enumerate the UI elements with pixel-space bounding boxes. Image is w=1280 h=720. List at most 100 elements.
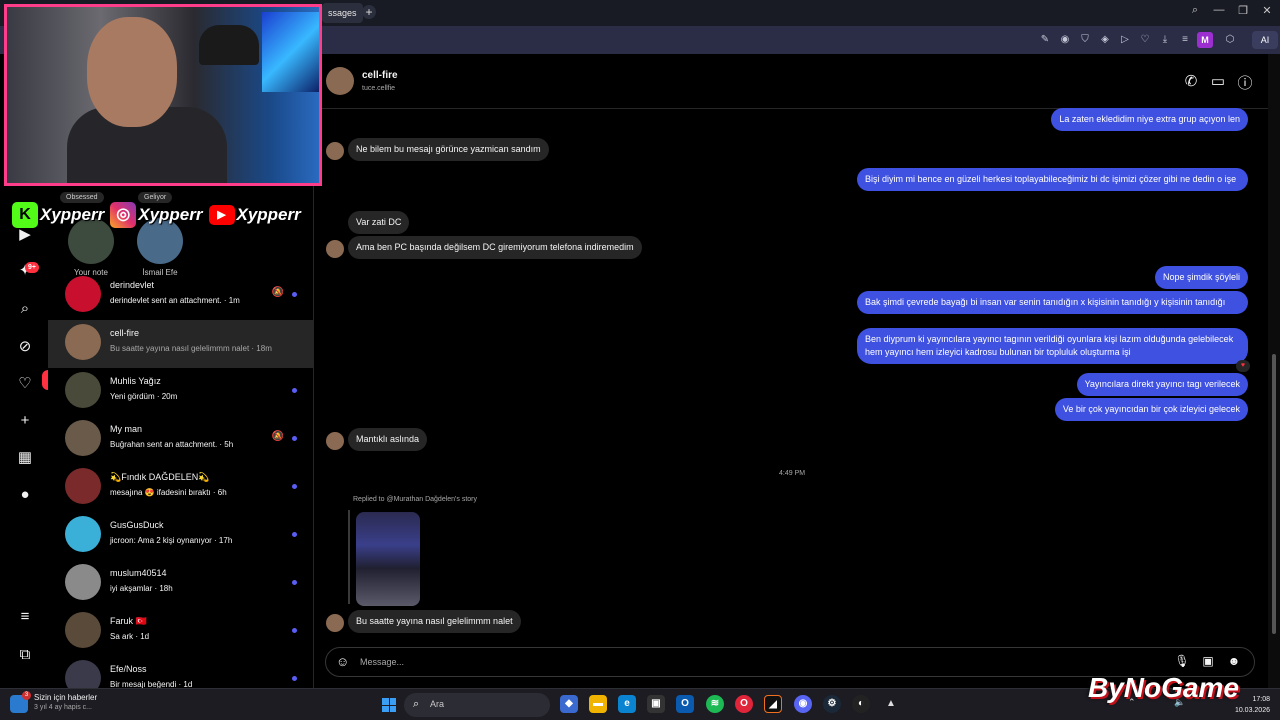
avatar: [326, 614, 344, 632]
message-in[interactable]: Mantıklı aslında: [348, 428, 428, 451]
unread-dot: [292, 628, 297, 633]
conversation-item[interactable]: cell-fire Bu saatte yayına nasıl gelelimm…: [48, 320, 313, 368]
conversation-item[interactable]: GusGusDuck jicroon: Ama 2 kişi oynanıyor …: [48, 512, 313, 560]
message-out[interactable]: Bak şimdi çevrede bayağı bi insan var se…: [857, 291, 1248, 314]
edit-icon[interactable]: ✎: [1038, 33, 1052, 47]
message-input[interactable]: [360, 654, 960, 670]
conversation-preview: Bu saatte yayına nasıl gelelimmm nalet ·…: [110, 344, 272, 353]
video-call-icon[interactable]: ▭: [1208, 72, 1228, 90]
app-icon[interactable]: ◆: [560, 695, 578, 713]
explore-icon[interactable]: ⊘: [14, 336, 36, 358]
dashboard-icon[interactable]: ▦: [14, 447, 36, 469]
ai-button[interactable]: AI: [1252, 31, 1278, 49]
more-menu-icon[interactable]: ≡: [14, 606, 36, 628]
message-out[interactable]: Ve bir çok yayıncıdan bir çok izleyici g…: [1054, 398, 1248, 421]
heart-icon[interactable]: ♡: [14, 373, 36, 395]
close-icon[interactable]: ✕: [1258, 4, 1276, 17]
avatar: [65, 372, 101, 408]
conversation-item[interactable]: 💫Fındık DAĞDELEN💫 mesajına 😍 ifadesini bı…: [48, 464, 313, 512]
news-subtitle: 3 yıl 4 ay hapis c...: [34, 704, 92, 711]
restore-icon[interactable]: ❐: [1234, 4, 1252, 17]
watermark-logo: ByNoGame: [1088, 672, 1239, 703]
heart-reaction[interactable]: ♥: [1236, 360, 1250, 372]
info-icon[interactable]: ⓘ: [1235, 72, 1255, 93]
file-explorer-icon[interactable]: ▬: [589, 695, 607, 713]
conversation-item[interactable]: Faruk 🇹🇷 Sa ark · 1d: [48, 608, 313, 656]
extension-icon[interactable]: ⬡: [1223, 33, 1237, 47]
camera-icon[interactable]: ◉: [1058, 33, 1072, 47]
opera-icon[interactable]: O: [735, 695, 753, 713]
profile-avatar-icon[interactable]: ●: [14, 484, 36, 506]
app-icon[interactable]: ◐: [852, 695, 870, 713]
play-icon[interactable]: ▷: [1118, 33, 1132, 47]
outlook-icon[interactable]: O: [676, 695, 694, 713]
emoji-icon[interactable]: ☺: [336, 654, 349, 669]
news-widget[interactable]: 3 Sizin için haberler 3 yıl 4 ay hapis c…: [10, 691, 130, 713]
scrollbar-thumb[interactable]: [1272, 354, 1276, 634]
message-out[interactable]: La zaten ekledidim niye extra grup açıyo…: [1051, 108, 1248, 131]
edge-icon[interactable]: e: [618, 695, 636, 713]
chat-contact-name[interactable]: cell-fire: [362, 70, 398, 81]
apps-icon[interactable]: ⧉: [14, 644, 36, 666]
message-in[interactable]: Ama ben PC başında değilsem DC giremiyor…: [348, 236, 642, 259]
message-in[interactable]: Ne bilem bu mesajı görünce yazmican sand…: [348, 138, 549, 161]
minimize-icon[interactable]: —: [1210, 4, 1228, 16]
microphone-icon[interactable]: 🎙: [1174, 654, 1190, 668]
avatar: [65, 276, 101, 312]
discord-icon[interactable]: ◉: [794, 695, 812, 713]
phone-call-icon[interactable]: ✆: [1181, 72, 1201, 90]
message-out[interactable]: Ben diyprum ki yayıncılara yayıncı tagın…: [857, 328, 1248, 364]
conversation-item[interactable]: Efe/Noss Bir mesajı beğendi · 1d: [48, 656, 313, 688]
new-tab-button[interactable]: +: [362, 5, 376, 19]
message-in[interactable]: Var zati DC: [348, 211, 410, 234]
conversation-preview: Bir mesajı beğendi · 1d: [110, 680, 193, 688]
sticker-icon[interactable]: ☻: [1226, 654, 1242, 668]
message-out[interactable]: Nope şimdik şöyleli: [1154, 266, 1248, 289]
spotify-icon[interactable]: ≋: [706, 695, 724, 713]
message-out[interactable]: Yayıncılara direkt yayıncı tagı verilece…: [1076, 373, 1248, 396]
conversation-item[interactable]: Muhlis Yağız Yeni gördüm · 20m: [48, 368, 313, 416]
social-handle: Xypperr: [236, 205, 301, 224]
windows-start-icon[interactable]: [382, 698, 396, 712]
webcam-overlay: [4, 4, 322, 186]
image-icon[interactable]: ▣: [1200, 654, 1216, 668]
chat-scrollbar[interactable]: [1268, 54, 1280, 688]
conversation-name: Muhlis Yağız: [110, 376, 161, 386]
message-in[interactable]: Bu saatte yayına nasıl gelelimmm nalet: [348, 610, 521, 633]
avatar: [326, 142, 344, 160]
profile-badge[interactable]: M: [1197, 32, 1213, 48]
conversation-preview: mesajına 😍 ifadesini bıraktı · 6h: [110, 488, 227, 497]
app-icon[interactable]: ▲: [882, 695, 900, 713]
menu-icon[interactable]: ≡: [1178, 33, 1192, 47]
instagram-logo-icon: ◎: [110, 202, 137, 228]
avatar[interactable]: [326, 67, 354, 95]
clock-date: 10.03.2026: [1234, 707, 1270, 714]
youtube-logo-icon: ▶: [208, 205, 235, 225]
create-icon[interactable]: +: [14, 410, 36, 432]
shield-icon[interactable]: ⛉: [1078, 33, 1092, 47]
conversation-item[interactable]: muslum40514 iyi akşamlar · 18h: [48, 560, 313, 608]
message-out[interactable]: Bişi diyim mi bence en güzeli herkesi to…: [857, 168, 1248, 191]
obs-icon[interactable]: ◢: [764, 695, 782, 713]
vpn-icon[interactable]: ◈: [1098, 33, 1112, 47]
browser-tab-messages[interactable]: ssages: [322, 3, 363, 23]
taskbar-search[interactable]: ⌕ Ara: [404, 693, 550, 717]
avatar: [65, 468, 101, 504]
avatar: [65, 612, 101, 648]
conversation-item[interactable]: My man Buğrahan sent an attachment. · 5h 🔕: [48, 416, 313, 464]
conversation-preview: iyi akşamlar · 18h: [110, 584, 173, 593]
heart-icon[interactable]: ♡: [1138, 33, 1152, 47]
conversation-name: Efe/Noss: [110, 664, 147, 674]
unread-dot: [292, 436, 297, 441]
conversation-item[interactable]: derindevlet derindevlet sent an attachmen…: [48, 272, 313, 320]
unread-dot: [292, 580, 297, 585]
search-icon[interactable]: ⌕: [14, 298, 36, 320]
store-icon[interactable]: ▣: [647, 695, 665, 713]
streamer-face: [87, 17, 177, 127]
story-thumbnail[interactable]: [356, 512, 420, 606]
search-icon[interactable]: ⌕: [1186, 4, 1204, 17]
avatar: [65, 420, 101, 456]
conversation-preview: jicroon: Ama 2 kişi oynanıyor · 17h: [110, 536, 233, 545]
steam-icon[interactable]: ⚙: [823, 695, 841, 713]
download-icon[interactable]: ⤓: [1158, 33, 1172, 47]
